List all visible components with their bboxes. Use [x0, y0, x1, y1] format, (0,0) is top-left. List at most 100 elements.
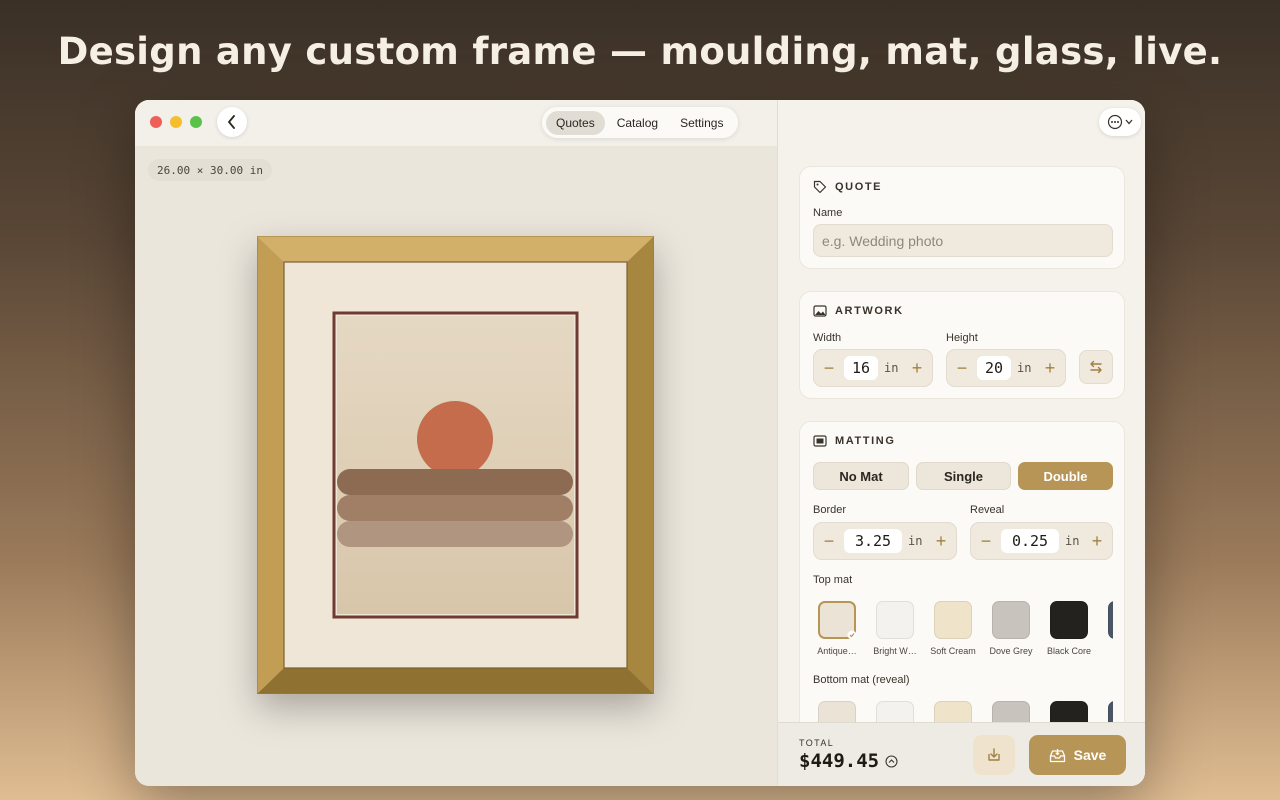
artwork-card: ARTWORK Width Height − 16 in + − 20 in +: [799, 291, 1125, 399]
dimensions-badge: 26.00 × 30.00 in: [148, 159, 272, 181]
reveal-stepper: − 0.25 in +: [970, 522, 1113, 560]
artwork-sun: [417, 401, 493, 477]
swatch-color: [818, 601, 857, 640]
border-stepper: − 3.25 in +: [813, 522, 957, 560]
top-mat-swatch[interactable]: Black Core: [1040, 601, 1098, 656]
height-value[interactable]: 20: [977, 356, 1011, 380]
frame-illustration: [256, 235, 655, 695]
reveal-decrement-button[interactable]: −: [971, 522, 1001, 560]
reveal-value[interactable]: 0.25: [1001, 529, 1059, 553]
tag-icon: [813, 180, 827, 194]
top-mat-swatch[interactable]: Soft Cream: [924, 601, 982, 656]
quote-card: QUOTE Name: [799, 166, 1125, 269]
headline: Design any custom frame — moulding, mat,…: [57, 30, 1223, 73]
tab-quotes[interactable]: Quotes: [546, 110, 605, 135]
chevron-up-circle-icon: [885, 754, 898, 768]
border-decrement-button[interactable]: −: [814, 522, 844, 560]
frame-bottom-moulding: [257, 668, 654, 694]
bottom-mat-label: Bottom mat (reveal): [813, 674, 910, 686]
total-bar: TOTAL $449.45 Save: [778, 722, 1145, 786]
swatch-color: [876, 601, 914, 639]
total-label: TOTAL: [799, 738, 835, 748]
nav-segmented-control: Quotes Catalog Settings: [542, 107, 738, 138]
save-button[interactable]: Save: [1029, 735, 1126, 775]
tab-catalog[interactable]: Catalog: [607, 111, 668, 135]
swatch-label: Black Core: [1046, 646, 1091, 656]
app-window: Quotes Catalog Settings 26.00 × 30.00 in: [135, 100, 1145, 786]
close-window-button[interactable]: [150, 116, 162, 128]
tray-arrow-icon: [1049, 748, 1065, 762]
artwork-band-2: [337, 495, 573, 521]
mat-option-single[interactable]: Single: [916, 462, 1011, 490]
preview-pane: Quotes Catalog Settings 26.00 × 30.00 in: [135, 100, 777, 786]
export-button[interactable]: [973, 735, 1015, 775]
total-price[interactable]: $449.45: [799, 750, 898, 772]
mat-option-double[interactable]: Double: [1018, 462, 1113, 490]
swap-arrows-icon: [1090, 360, 1102, 374]
mat-icon: [813, 435, 827, 447]
width-label: Width: [813, 332, 842, 344]
width-unit: in: [884, 361, 899, 375]
ellipsis-circle-icon: [1107, 114, 1123, 130]
top-mat-swatch[interactable]: Bright W…: [866, 601, 924, 656]
matting-card: MATTING No Mat Single Double Border Reve…: [799, 421, 1125, 751]
height-stepper: − 20 in +: [946, 349, 1066, 387]
matting-heading: MATTING: [835, 435, 896, 447]
titlebar: Quotes Catalog Settings: [135, 100, 777, 146]
width-stepper: − 16 in +: [813, 349, 933, 387]
tab-settings[interactable]: Settings: [670, 111, 733, 135]
top-mat-swatch[interactable]: S: [1098, 601, 1113, 656]
chevron-left-icon: [228, 115, 235, 129]
name-input[interactable]: [813, 224, 1113, 257]
width-decrement-button[interactable]: −: [814, 349, 844, 387]
artwork-heading: ARTWORK: [835, 305, 904, 317]
height-label: Height: [946, 332, 978, 344]
width-value[interactable]: 16: [844, 356, 878, 380]
mat-option-no-mat[interactable]: No Mat: [813, 462, 909, 490]
name-label: Name: [813, 207, 843, 219]
reveal-increment-button[interactable]: +: [1082, 522, 1112, 560]
frame-left-moulding: [257, 236, 284, 694]
swatch-color: [1050, 601, 1088, 639]
height-increment-button[interactable]: +: [1035, 349, 1065, 387]
swatch-color: [1108, 601, 1113, 639]
swatch-label: Dove Grey: [989, 646, 1033, 656]
artwork-band-3: [337, 521, 573, 547]
top-mat-swatch[interactable]: Dove Grey: [982, 601, 1040, 656]
top-mat-label: Top mat: [813, 574, 853, 586]
reveal-label: Reveal: [970, 504, 1005, 516]
border-value[interactable]: 3.25: [844, 529, 902, 553]
swatch-color: [934, 601, 972, 639]
swatch-label: Antique…: [817, 646, 857, 656]
total-value: $449.45: [799, 750, 880, 772]
swap-dimensions-button[interactable]: [1079, 350, 1113, 384]
checkmark-icon: [847, 630, 857, 640]
top-mat-swatch[interactable]: Antique…: [813, 601, 866, 656]
frame-top-moulding: [257, 236, 654, 262]
swatch-label: Soft Cream: [930, 646, 976, 656]
swatch-label: S: [1098, 646, 1113, 656]
zoom-window-button[interactable]: [190, 116, 202, 128]
chevron-down-icon: [1125, 119, 1133, 125]
frame-preview: [256, 235, 655, 695]
back-button[interactable]: [217, 107, 247, 137]
save-label: Save: [1073, 747, 1107, 763]
artwork-band-1: [337, 469, 573, 495]
swatch-color: [992, 601, 1030, 639]
border-increment-button[interactable]: +: [926, 522, 956, 560]
image-icon: [813, 305, 827, 317]
top-mat-swatches: Antique… Bright W… Soft Cream Dove Grey …: [813, 601, 1113, 671]
border-label: Border: [813, 504, 847, 516]
minimize-window-button[interactable]: [170, 116, 182, 128]
height-decrement-button[interactable]: −: [947, 349, 977, 387]
height-unit: in: [1017, 361, 1032, 375]
download-tray-icon: [988, 748, 1000, 761]
frame-right-moulding: [627, 236, 654, 694]
swatch-label: Bright W…: [873, 646, 917, 656]
more-options-button[interactable]: [1099, 108, 1141, 136]
quote-heading: QUOTE: [835, 181, 883, 193]
width-increment-button[interactable]: +: [902, 349, 932, 387]
reveal-unit: in: [1065, 534, 1080, 548]
border-unit: in: [908, 534, 923, 548]
inspector-pane: QUOTE Name ARTWORK Width Height − 16 in …: [777, 100, 1145, 786]
